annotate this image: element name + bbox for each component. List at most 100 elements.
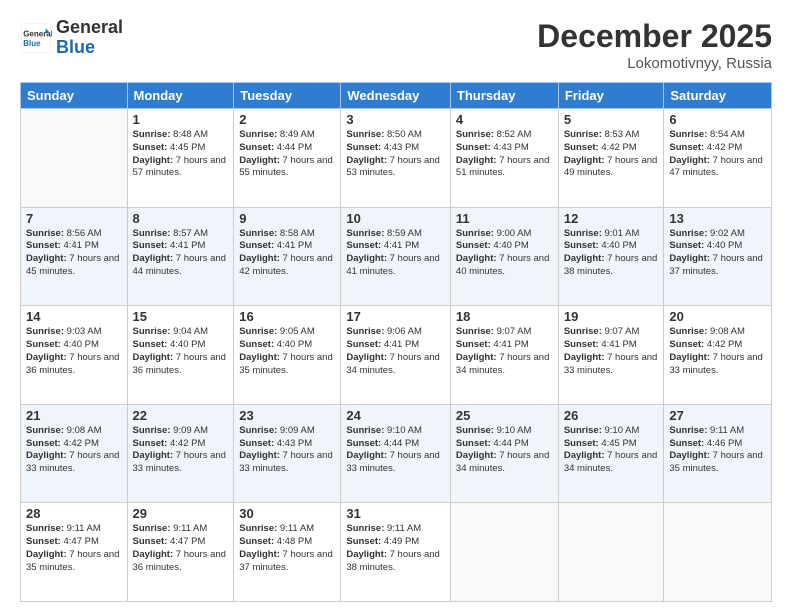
calendar-cell: 22 Sunrise: 9:09 AM Sunset: 4:42 PM Dayl…: [127, 404, 234, 503]
day-info: Sunrise: 8:52 AM Sunset: 4:43 PM Dayligh…: [456, 129, 549, 178]
calendar-cell: 2 Sunrise: 8:49 AM Sunset: 4:44 PM Dayli…: [234, 109, 341, 208]
calendar-cell: [558, 503, 664, 602]
day-info: Sunrise: 9:06 AM Sunset: 4:41 PM Dayligh…: [346, 326, 439, 375]
day-info: Sunrise: 8:54 AM Sunset: 4:42 PM Dayligh…: [669, 129, 762, 178]
calendar-cell: 29 Sunrise: 9:11 AM Sunset: 4:47 PM Dayl…: [127, 503, 234, 602]
day-number: 12: [564, 211, 659, 226]
calendar-cell: 3 Sunrise: 8:50 AM Sunset: 4:43 PM Dayli…: [341, 109, 451, 208]
day-number: 13: [669, 211, 766, 226]
calendar-cell: [21, 109, 128, 208]
calendar-header: SundayMondayTuesdayWednesdayThursdayFrid…: [21, 83, 772, 109]
day-info: Sunrise: 9:11 AM Sunset: 4:47 PM Dayligh…: [26, 523, 119, 572]
calendar-cell: 12 Sunrise: 9:01 AM Sunset: 4:40 PM Dayl…: [558, 207, 664, 306]
day-number: 7: [26, 211, 122, 226]
day-number: 29: [133, 506, 229, 521]
day-info: Sunrise: 9:07 AM Sunset: 4:41 PM Dayligh…: [456, 326, 549, 375]
day-info: Sunrise: 8:53 AM Sunset: 4:42 PM Dayligh…: [564, 129, 657, 178]
calendar-week-2: 7 Sunrise: 8:56 AM Sunset: 4:41 PM Dayli…: [21, 207, 772, 306]
day-number: 25: [456, 408, 553, 423]
month-title: December 2025: [537, 18, 772, 55]
day-info: Sunrise: 8:59 AM Sunset: 4:41 PM Dayligh…: [346, 228, 439, 277]
day-info: Sunrise: 9:08 AM Sunset: 4:42 PM Dayligh…: [669, 326, 762, 375]
calendar-cell: 20 Sunrise: 9:08 AM Sunset: 4:42 PM Dayl…: [664, 306, 772, 405]
calendar-cell: 10 Sunrise: 8:59 AM Sunset: 4:41 PM Dayl…: [341, 207, 451, 306]
day-info: Sunrise: 9:03 AM Sunset: 4:40 PM Dayligh…: [26, 326, 119, 375]
day-number: 26: [564, 408, 659, 423]
calendar-cell: 6 Sunrise: 8:54 AM Sunset: 4:42 PM Dayli…: [664, 109, 772, 208]
day-info: Sunrise: 8:57 AM Sunset: 4:41 PM Dayligh…: [133, 228, 226, 277]
day-info: Sunrise: 9:10 AM Sunset: 4:44 PM Dayligh…: [456, 425, 549, 474]
day-number: 9: [239, 211, 335, 226]
calendar-cell: 26 Sunrise: 9:10 AM Sunset: 4:45 PM Dayl…: [558, 404, 664, 503]
day-number: 5: [564, 112, 659, 127]
day-number: 3: [346, 112, 445, 127]
day-info: Sunrise: 9:01 AM Sunset: 4:40 PM Dayligh…: [564, 228, 657, 277]
day-info: Sunrise: 9:07 AM Sunset: 4:41 PM Dayligh…: [564, 326, 657, 375]
logo: General Blue General Blue: [20, 18, 123, 58]
calendar-cell: 27 Sunrise: 9:11 AM Sunset: 4:46 PM Dayl…: [664, 404, 772, 503]
calendar-week-1: 1 Sunrise: 8:48 AM Sunset: 4:45 PM Dayli…: [21, 109, 772, 208]
calendar-cell: 4 Sunrise: 8:52 AM Sunset: 4:43 PM Dayli…: [450, 109, 558, 208]
day-info: Sunrise: 8:48 AM Sunset: 4:45 PM Dayligh…: [133, 129, 226, 178]
day-info: Sunrise: 9:00 AM Sunset: 4:40 PM Dayligh…: [456, 228, 549, 277]
calendar-week-4: 21 Sunrise: 9:08 AM Sunset: 4:42 PM Dayl…: [21, 404, 772, 503]
calendar-cell: 9 Sunrise: 8:58 AM Sunset: 4:41 PM Dayli…: [234, 207, 341, 306]
day-number: 24: [346, 408, 445, 423]
day-number: 16: [239, 309, 335, 324]
day-number: 30: [239, 506, 335, 521]
calendar-cell: 21 Sunrise: 9:08 AM Sunset: 4:42 PM Dayl…: [21, 404, 128, 503]
svg-text:Blue: Blue: [23, 39, 41, 48]
calendar-cell: 17 Sunrise: 9:06 AM Sunset: 4:41 PM Dayl…: [341, 306, 451, 405]
calendar-week-3: 14 Sunrise: 9:03 AM Sunset: 4:40 PM Dayl…: [21, 306, 772, 405]
calendar-cell: 24 Sunrise: 9:10 AM Sunset: 4:44 PM Dayl…: [341, 404, 451, 503]
calendar-cell: 14 Sunrise: 9:03 AM Sunset: 4:40 PM Dayl…: [21, 306, 128, 405]
weekday-header-thursday: Thursday: [450, 83, 558, 109]
logo-blue-text: Blue: [56, 38, 123, 58]
day-info: Sunrise: 9:11 AM Sunset: 4:46 PM Dayligh…: [669, 425, 762, 474]
calendar-cell: 11 Sunrise: 9:00 AM Sunset: 4:40 PM Dayl…: [450, 207, 558, 306]
day-info: Sunrise: 9:11 AM Sunset: 4:47 PM Dayligh…: [133, 523, 226, 572]
day-info: Sunrise: 9:11 AM Sunset: 4:48 PM Dayligh…: [239, 523, 332, 572]
day-number: 8: [133, 211, 229, 226]
day-number: 14: [26, 309, 122, 324]
day-info: Sunrise: 9:02 AM Sunset: 4:40 PM Dayligh…: [669, 228, 762, 277]
calendar-cell: 18 Sunrise: 9:07 AM Sunset: 4:41 PM Dayl…: [450, 306, 558, 405]
day-number: 28: [26, 506, 122, 521]
header: General Blue General Blue December 2025 …: [20, 18, 772, 72]
weekday-header-sunday: Sunday: [21, 83, 128, 109]
day-number: 2: [239, 112, 335, 127]
day-number: 6: [669, 112, 766, 127]
calendar-cell: 8 Sunrise: 8:57 AM Sunset: 4:41 PM Dayli…: [127, 207, 234, 306]
day-number: 22: [133, 408, 229, 423]
day-number: 17: [346, 309, 445, 324]
calendar-cell: 30 Sunrise: 9:11 AM Sunset: 4:48 PM Dayl…: [234, 503, 341, 602]
day-info: Sunrise: 9:05 AM Sunset: 4:40 PM Dayligh…: [239, 326, 332, 375]
day-number: 19: [564, 309, 659, 324]
weekday-header-wednesday: Wednesday: [341, 83, 451, 109]
day-info: Sunrise: 9:09 AM Sunset: 4:43 PM Dayligh…: [239, 425, 332, 474]
calendar-cell: 23 Sunrise: 9:09 AM Sunset: 4:43 PM Dayl…: [234, 404, 341, 503]
weekday-header-saturday: Saturday: [664, 83, 772, 109]
calendar-cell: 15 Sunrise: 9:04 AM Sunset: 4:40 PM Dayl…: [127, 306, 234, 405]
page: General Blue General Blue December 2025 …: [0, 0, 792, 612]
day-number: 31: [346, 506, 445, 521]
calendar-cell: [450, 503, 558, 602]
day-info: Sunrise: 9:10 AM Sunset: 4:45 PM Dayligh…: [564, 425, 657, 474]
weekday-header-monday: Monday: [127, 83, 234, 109]
calendar-table: SundayMondayTuesdayWednesdayThursdayFrid…: [20, 82, 772, 602]
day-number: 1: [133, 112, 229, 127]
day-info: Sunrise: 8:50 AM Sunset: 4:43 PM Dayligh…: [346, 129, 439, 178]
weekday-header-friday: Friday: [558, 83, 664, 109]
calendar-cell: 28 Sunrise: 9:11 AM Sunset: 4:47 PM Dayl…: [21, 503, 128, 602]
calendar-cell: 19 Sunrise: 9:07 AM Sunset: 4:41 PM Dayl…: [558, 306, 664, 405]
day-number: 10: [346, 211, 445, 226]
calendar-cell: 31 Sunrise: 9:11 AM Sunset: 4:49 PM Dayl…: [341, 503, 451, 602]
day-info: Sunrise: 8:49 AM Sunset: 4:44 PM Dayligh…: [239, 129, 332, 178]
calendar-cell: [664, 503, 772, 602]
logo-general-text: General: [56, 18, 123, 38]
weekday-header-tuesday: Tuesday: [234, 83, 341, 109]
day-number: 18: [456, 309, 553, 324]
day-info: Sunrise: 8:58 AM Sunset: 4:41 PM Dayligh…: [239, 228, 332, 277]
day-number: 23: [239, 408, 335, 423]
calendar-cell: 5 Sunrise: 8:53 AM Sunset: 4:42 PM Dayli…: [558, 109, 664, 208]
